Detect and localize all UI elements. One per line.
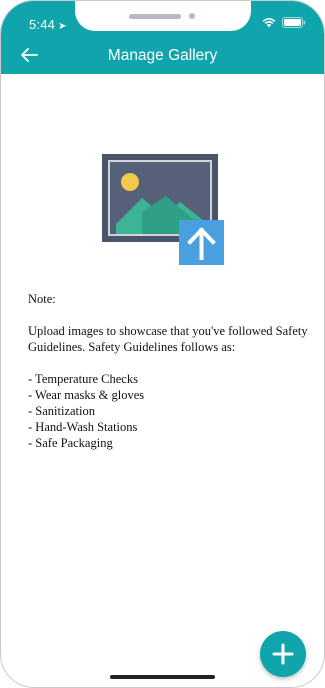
list-item: - Safe Packaging	[28, 436, 113, 450]
app-header: 5:44 ➤ Manage Gallery	[1, 1, 324, 74]
note-intro: Upload images to showcase that you've fo…	[28, 324, 308, 354]
phone-frame: 5:44 ➤ Manage Gallery Note: Upload image…	[0, 0, 325, 688]
front-camera	[189, 13, 195, 19]
list-item: - Sanitization	[28, 404, 95, 418]
note-section: Note: Upload images to showcase that you…	[28, 291, 313, 451]
list-item: - Wear masks & gloves	[28, 388, 145, 402]
wifi-icon	[262, 18, 276, 28]
location-arrow-icon: ➤	[58, 21, 67, 32]
status-icons	[262, 17, 306, 28]
battery-icon	[282, 17, 306, 28]
plus-icon	[272, 643, 294, 665]
status-time: 5:44 ➤	[29, 17, 67, 32]
image-upload-icon[interactable]	[102, 154, 225, 266]
speaker-grille	[129, 14, 181, 19]
status-time-text: 5:44	[29, 17, 56, 32]
device-notch	[75, 1, 251, 31]
home-indicator[interactable]	[110, 675, 215, 679]
add-image-button[interactable]	[260, 631, 306, 677]
list-item: - Hand-Wash Stations	[28, 420, 138, 434]
guidelines-list: - Temperature Checks - Wear masks & glov…	[28, 371, 313, 451]
page-title: Manage Gallery	[107, 47, 218, 64]
list-item: - Temperature Checks	[28, 372, 138, 386]
note-heading: Note:	[28, 292, 56, 306]
